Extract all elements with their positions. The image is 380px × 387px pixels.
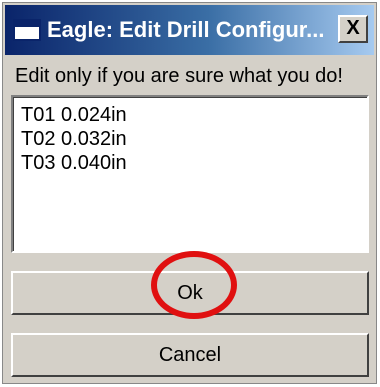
edit-drill-dialog: Eagle: Edit Drill Configur... X Edit onl… <box>2 2 377 384</box>
ok-button[interactable]: Ok <box>11 271 369 315</box>
drill-list[interactable]: T01 0.024in T02 0.032in T03 0.040in <box>11 95 369 253</box>
title-bar[interactable]: Eagle: Edit Drill Configur... X <box>5 5 374 55</box>
drill-list-item[interactable]: T03 0.040in <box>21 151 359 175</box>
drill-list-item[interactable]: T01 0.024in <box>21 103 359 127</box>
drill-list-item[interactable]: T02 0.032in <box>21 127 359 151</box>
warning-prompt: Edit only if you are sure what you do! <box>15 65 343 87</box>
window-title: Eagle: Edit Drill Configur... <box>47 17 325 42</box>
cancel-button[interactable]: Cancel <box>11 333 369 377</box>
window-icon <box>13 19 41 41</box>
close-button[interactable]: X <box>338 15 368 43</box>
